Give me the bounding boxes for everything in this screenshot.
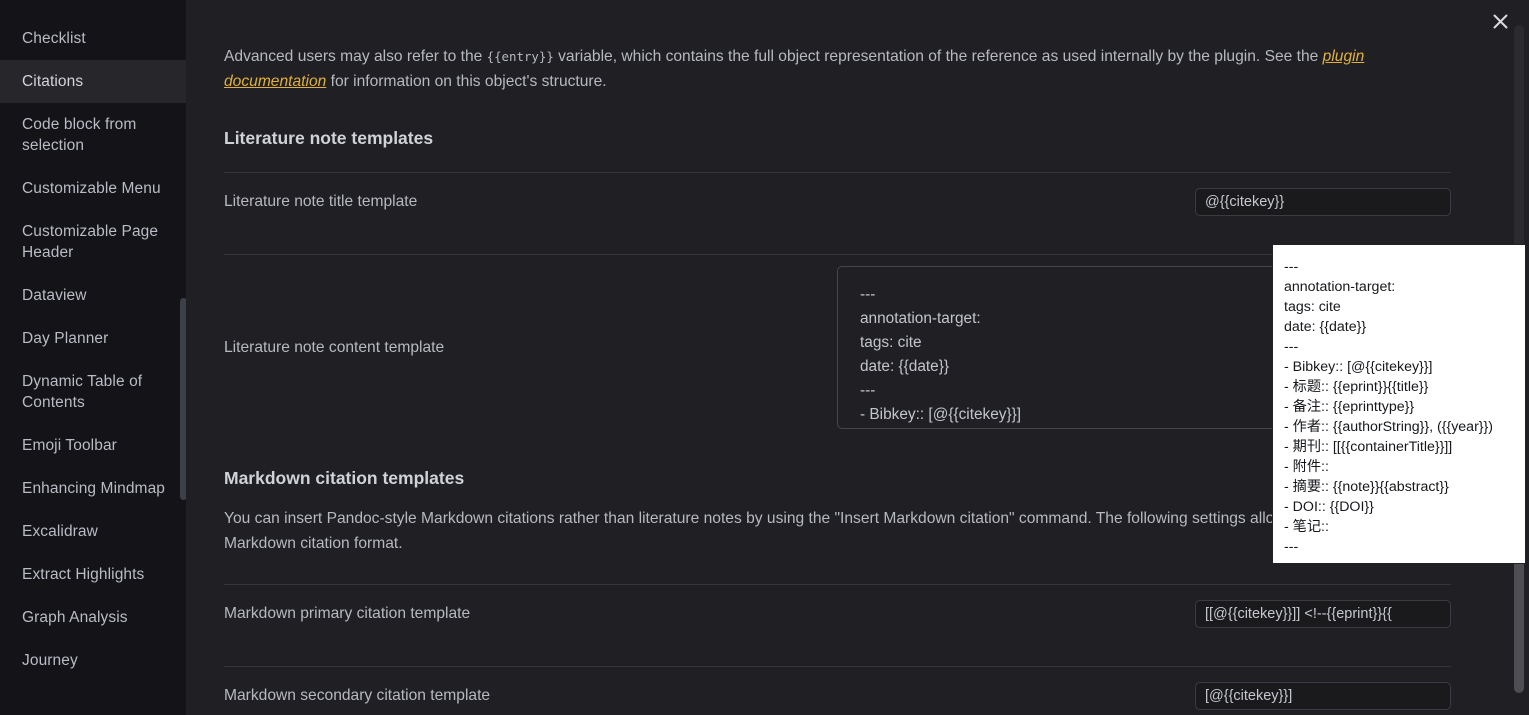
- sidebar-item-journey[interactable]: Journey: [0, 639, 186, 682]
- settings-modal: TemplaterText SnippetsCharts ViewCheckli…: [0, 0, 1529, 715]
- sidebar-item-label: Charts View: [22, 0, 106, 4]
- template-preview-popup: --- annotation-target: tags: cite date: …: [1272, 244, 1526, 564]
- sidebar-item-label: Dynamic Table of Contents: [22, 373, 143, 411]
- setting-row-literature-note-title: Literature note title template @{{citeke…: [224, 173, 1451, 231]
- sidebar-item-customizable-menu[interactable]: Customizable Menu: [0, 167, 186, 210]
- sidebar-item-graph-analysis[interactable]: Graph Analysis: [0, 596, 186, 639]
- sidebar-item-label: Dataview: [22, 287, 87, 304]
- markdown-primary-citation-template-input[interactable]: [[@{{citekey}}]] <!--{{eprint}}{{: [1195, 600, 1451, 628]
- sidebar-item-emoji-toolbar[interactable]: Emoji Toolbar: [0, 424, 186, 467]
- sidebar-item-day-planner[interactable]: Day Planner: [0, 317, 186, 360]
- sidebar-item-label: Enhancing Mindmap: [22, 480, 166, 497]
- setting-label-markdown-secondary: Markdown secondary citation template: [224, 687, 491, 704]
- settings-main-panel: Advanced users may also refer to the {{e…: [186, 0, 1529, 715]
- intro-paragraph: Advanced users may also refer to the {{e…: [224, 0, 1451, 94]
- sidebar-item-charts-view[interactable]: Charts View: [0, 0, 186, 17]
- sidebar-item-enhancing-mindmap[interactable]: Enhancing Mindmap: [0, 467, 186, 510]
- section-title-literature-note-templates: Literature note templates: [224, 128, 434, 148]
- sidebar-item-label: Journey: [22, 652, 78, 669]
- sidebar-item-list: TemplaterText SnippetsCharts ViewCheckli…: [0, 0, 186, 682]
- template-preview-popup-text: --- annotation-target: tags: cite date: …: [1284, 259, 1493, 555]
- intro-text-2: variable, which contains the full object…: [553, 48, 1323, 65]
- setting-row-literature-note-content: Literature note content template --- ann…: [224, 255, 1451, 440]
- sidebar-item-label: Excalidraw: [22, 523, 98, 540]
- sidebar-item-label: Checklist: [22, 30, 86, 47]
- sidebar-item-dataview[interactable]: Dataview: [0, 274, 186, 317]
- sidebar-item-extract-highlights[interactable]: Extract Highlights: [0, 553, 186, 596]
- intro-text-1: Advanced users may also refer to the: [224, 48, 487, 65]
- sidebar-item-excalidraw[interactable]: Excalidraw: [0, 510, 186, 553]
- sidebar-item-customizable-page-header[interactable]: Customizable Page Header: [0, 210, 186, 274]
- sidebar-item-dynamic-table-of-contents[interactable]: Dynamic Table of Contents: [0, 360, 186, 424]
- markdown-citation-description: You can insert Pandoc-style Markdown cit…: [224, 510, 1429, 552]
- sidebar-item-label: Extract Highlights: [22, 566, 145, 583]
- literature-note-title-template-input[interactable]: @{{citekey}}: [1195, 188, 1451, 216]
- sidebar-item-label: Code block from selection: [22, 116, 137, 154]
- settings-sidebar: TemplaterText SnippetsCharts ViewCheckli…: [0, 0, 186, 715]
- close-icon[interactable]: [1485, 6, 1515, 36]
- sidebar-item-citations[interactable]: Citations: [0, 60, 186, 103]
- setting-row-markdown-secondary: Markdown secondary citation template [@{…: [224, 667, 1451, 715]
- sidebar-item-label: Day Planner: [22, 330, 109, 347]
- setting-label-markdown-primary: Markdown primary citation template: [224, 605, 471, 622]
- sidebar-item-label: Customizable Menu: [22, 180, 161, 197]
- sidebar-item-code-block-from-selection[interactable]: Code block from selection: [0, 103, 186, 167]
- sidebar-item-label: Graph Analysis: [22, 609, 128, 626]
- section-title-markdown-citation-templates: Markdown citation templates: [224, 468, 465, 488]
- sidebar-item-label: Customizable Page Header: [22, 223, 159, 261]
- setting-label-literature-note-title: Literature note title template: [224, 193, 418, 210]
- sidebar-item-checklist[interactable]: Checklist: [0, 17, 186, 60]
- setting-row-markdown-primary: Markdown primary citation template [[@{{…: [224, 585, 1451, 643]
- sidebar-item-label: Citations: [22, 73, 84, 90]
- sidebar-item-label: Emoji Toolbar: [22, 437, 117, 454]
- markdown-secondary-citation-template-input[interactable]: [@{{citekey}}]: [1195, 682, 1451, 710]
- entry-variable-code: {{entry}}: [486, 49, 554, 64]
- intro-text-3: for information on this object's structu…: [326, 72, 607, 90]
- setting-label-literature-note-content: Literature note content template: [224, 338, 445, 356]
